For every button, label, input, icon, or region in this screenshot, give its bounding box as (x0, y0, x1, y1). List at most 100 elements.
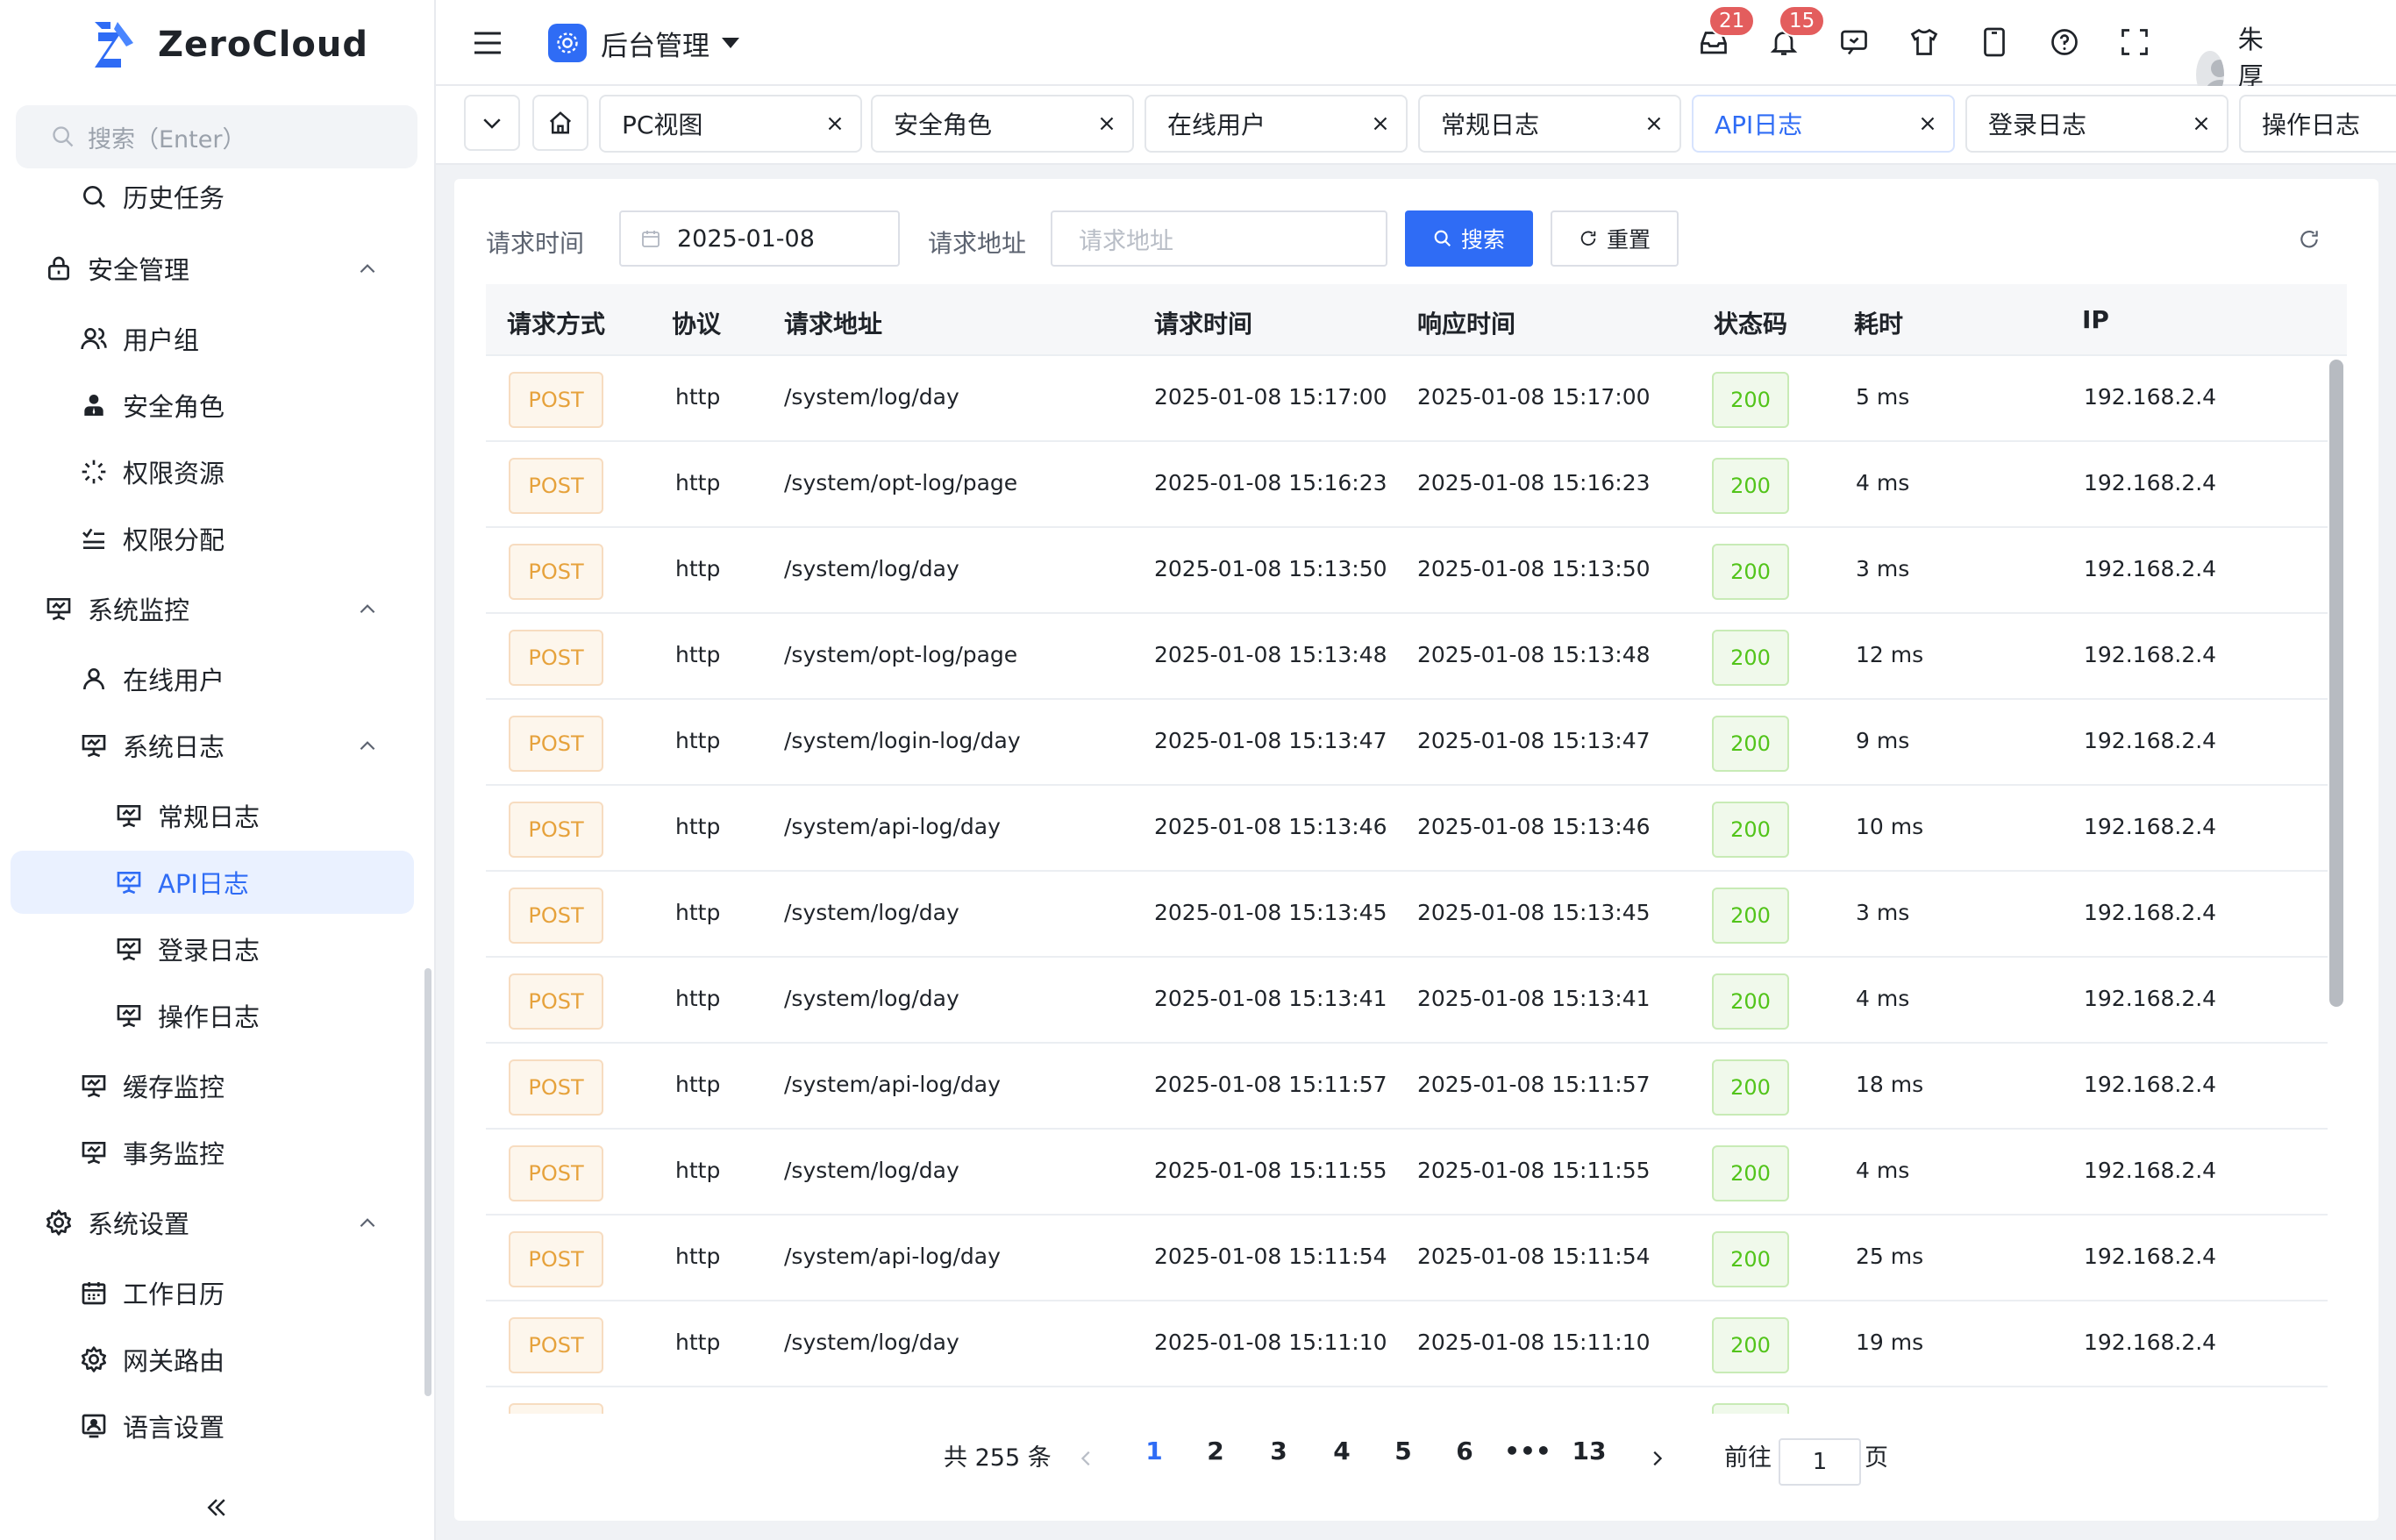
sidebar-item-9[interactable]: 常规日志 (0, 784, 436, 847)
page-button[interactable]: 5 (1377, 1437, 1430, 1465)
table-cell: 2025-01-08 15:13:48 (1417, 642, 1651, 667)
tab-0[interactable]: PC视图 (599, 95, 862, 153)
sidebar: ZeroCloud 搜索（Enter） 历史任务安全管理用户组 安全角色 权限资源权… (0, 0, 436, 1540)
column-header[interactable]: 耗时 (1854, 305, 1903, 340)
tab-3[interactable]: 常规日志 (1418, 95, 1681, 153)
app-switcher[interactable]: 后台管理 (548, 23, 739, 63)
table-cell: /system/log/day (784, 1158, 959, 1183)
sidebar-item-12[interactable]: 操作日志 (0, 984, 436, 1047)
sidebar-item-11[interactable]: 登录日志 (0, 917, 436, 980)
sidebar-item-13[interactable]: 缓存监控 (0, 1054, 436, 1117)
tab-1[interactable]: 安全角色 (871, 95, 1134, 153)
table-row[interactable]: POST http/system/log/day 2025-01-08 15:17:… (486, 356, 2328, 442)
table-row[interactable]: POST http/system/log/day 2025-01-08 15:13:… (486, 872, 2328, 958)
close-icon[interactable] (1643, 112, 1665, 135)
table-refresh-icon[interactable] (2298, 228, 2321, 251)
sidebar-item-1[interactable]: 安全管理 (0, 237, 436, 300)
help-icon[interactable] (2049, 26, 2082, 60)
sidebar-item-8[interactable]: 系统日志 (0, 714, 436, 777)
column-header[interactable]: 响应时间 (1417, 305, 1515, 340)
sidebar-item-17[interactable]: 网关路由 (0, 1328, 436, 1391)
theme-shirt-icon[interactable] (1908, 26, 1942, 60)
column-header[interactable]: 请求时间 (1154, 305, 1252, 340)
table-row[interactable]: POST http/system/login-log/day 2025-01-08 … (486, 700, 2328, 786)
tab-6[interactable]: 操作日志 (2239, 95, 2396, 153)
page-button[interactable]: 4 (1316, 1437, 1368, 1465)
method-tag: POST (509, 716, 603, 772)
table-scrollbar[interactable] (2329, 360, 2343, 1007)
tab-4[interactable]: API日志 (1692, 95, 1955, 153)
top-header: 后台管理 (436, 0, 2396, 86)
sidebar-item-2[interactable]: 用户组 (0, 307, 436, 370)
home-tab-button[interactable] (532, 95, 588, 151)
chevron-down-icon (483, 118, 501, 129)
request-time-datepicker[interactable]: 2025-01-08 (619, 210, 900, 267)
table-cell: 2025-01-08 15:13:47 (1417, 728, 1651, 753)
page-button[interactable]: 13 (1563, 1437, 1615, 1465)
monitor-icon (79, 1071, 109, 1101)
table-row[interactable]: POST http/system/log/day 2025-01-08 15:11:… (486, 1301, 2328, 1387)
table-row[interactable]: POST http/system/opt-log/page 2025-01-08 1… (486, 614, 2328, 700)
calendar-icon (79, 1278, 109, 1308)
sidebar-item-4[interactable]: 权限资源 (0, 440, 436, 503)
sidebar-item-6[interactable]: 系统监控 (0, 577, 436, 640)
table-row[interactable]: POST http/system/api-log/day 2025-01-08 15… (486, 1216, 2328, 1301)
column-header[interactable]: 协议 (672, 305, 721, 340)
feedback-icon[interactable] (1838, 26, 1872, 60)
sidebar-item-16[interactable]: 工作日历 (0, 1261, 436, 1324)
chevron-up-icon[interactable] (356, 257, 379, 280)
sidebar-item-3[interactable]: 安全角色 (0, 374, 436, 437)
table-row[interactable]: POST http/system/log/day 2025-01-08 15:11:… (486, 1130, 2328, 1216)
table-row[interactable]: POST http/system/opt-log/page 2025-01-08 1… (486, 442, 2328, 528)
status-badge: 200 (1712, 888, 1789, 944)
close-icon[interactable] (1369, 112, 1392, 135)
request-url-input[interactable]: 请求地址 (1051, 210, 1387, 267)
sidebar-item-0[interactable]: 历史任务 (0, 165, 436, 228)
close-icon[interactable] (2190, 112, 2213, 135)
goto-page-input[interactable]: 1 (1779, 1438, 1861, 1486)
close-icon[interactable] (824, 112, 846, 135)
column-header[interactable]: IP (2082, 305, 2109, 334)
prev-page-icon[interactable] (1077, 1449, 1096, 1468)
next-page-icon[interactable] (1647, 1449, 1666, 1468)
table-row[interactable]: POST http/system/log/day 2025-01-08 15:13:… (486, 958, 2328, 1044)
chevron-up-icon[interactable] (356, 597, 379, 620)
page-button[interactable]: 3 (1252, 1437, 1305, 1465)
sidebar-item-7[interactable]: 在线用户 (0, 647, 436, 710)
table-row[interactable]: POST http/system/log/day 2025-01-08 15:13:… (486, 528, 2328, 614)
sidebar-item-14[interactable]: 事务监控 (0, 1121, 436, 1184)
table-row[interactable]: POST http/system/api-log/day 2025-01-08 15… (486, 1044, 2328, 1130)
collapse-sidebar-icon[interactable] (203, 1494, 230, 1521)
reset-button[interactable]: 重置 (1551, 210, 1679, 267)
sidebar-item-5[interactable]: 权限分配 (0, 507, 436, 570)
close-icon[interactable] (1916, 112, 1939, 135)
tablet-icon[interactable] (1979, 26, 2012, 60)
more-pages-button[interactable]: ••• (1501, 1437, 1554, 1465)
sidebar-search-input[interactable]: 搜索（Enter） (16, 105, 417, 168)
column-header[interactable]: 请求地址 (784, 305, 882, 340)
tabs-dropdown-button[interactable] (464, 95, 520, 151)
fullscreen-icon[interactable] (2119, 26, 2152, 60)
page-button[interactable]: 2 (1189, 1437, 1242, 1465)
chevron-up-icon[interactable] (356, 734, 379, 757)
table-row[interactable]: POST http/system/api-log/day 2025-01-08 15… (486, 786, 2328, 872)
table-cell: 192.168.2.4 (2084, 986, 2217, 1011)
app-logo[interactable]: ZeroCloud (91, 16, 368, 74)
page-button[interactable]: 6 (1438, 1437, 1491, 1465)
close-icon[interactable] (1095, 112, 1118, 135)
sidebar-scrollbar[interactable] (424, 968, 431, 1396)
tab-label: API日志 (1715, 111, 1803, 139)
tab-2[interactable]: 在线用户 (1145, 95, 1408, 153)
column-header[interactable]: 状态码 (1714, 305, 1787, 340)
search-button[interactable]: 搜索 (1405, 210, 1533, 267)
tab-5[interactable]: 登录日志 (1965, 95, 2228, 153)
page-button[interactable]: 1 (1128, 1437, 1180, 1465)
sidebar-item-18[interactable]: 语言设置 (0, 1394, 436, 1458)
table-row-partial[interactable] (486, 1387, 2328, 1414)
sidebar-item-10[interactable]: API日志 (11, 851, 414, 914)
chevron-up-icon[interactable] (356, 1211, 379, 1234)
table-cell: /system/log/day (784, 986, 959, 1011)
menu-toggle-icon[interactable] (473, 30, 503, 56)
sidebar-item-15[interactable]: 系统设置 (0, 1191, 436, 1254)
column-header[interactable]: 请求方式 (507, 305, 605, 340)
